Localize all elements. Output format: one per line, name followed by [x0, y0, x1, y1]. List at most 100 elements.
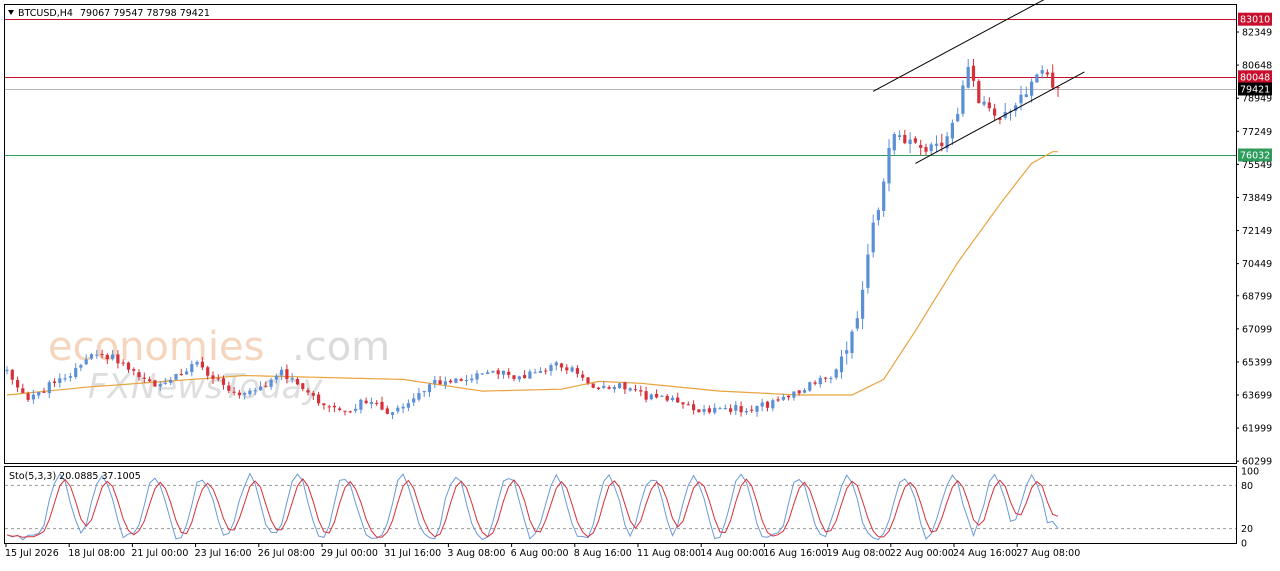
candle-body — [734, 405, 738, 411]
candle-body — [876, 210, 880, 221]
candle-body — [100, 354, 104, 356]
candle-body — [52, 381, 57, 383]
x-tick-label: 6 Aug 00:00 — [511, 548, 569, 559]
level-badge-label: 80048 — [1240, 72, 1270, 83]
level-badge-label: 79421 — [1240, 85, 1270, 96]
candle-body — [348, 411, 352, 413]
candle-body — [839, 356, 844, 373]
candle-body — [882, 181, 886, 211]
candle-body — [549, 365, 553, 371]
candle-body — [596, 387, 601, 389]
stoch-axis-label: 100 — [1241, 467, 1259, 478]
candle-body — [158, 384, 162, 387]
candle-body — [491, 371, 495, 373]
candle-body — [892, 134, 896, 151]
candle-body — [523, 375, 527, 379]
candle-body — [459, 379, 463, 381]
candle-body — [570, 367, 574, 372]
candle-body — [470, 378, 474, 381]
candle-body — [961, 85, 965, 114]
candle-body — [855, 318, 859, 329]
y-tick-label: 67099 — [1242, 324, 1272, 335]
candle-body — [713, 407, 717, 413]
x-tick-label: 23 Jul 16:00 — [195, 548, 252, 559]
candle-body — [528, 371, 532, 379]
candle-body — [776, 399, 780, 401]
candle-body — [427, 384, 432, 393]
candle-body — [232, 391, 236, 393]
candle-body — [501, 370, 506, 375]
y-tick-label: 70449 — [1242, 259, 1272, 270]
candle-body — [290, 378, 294, 380]
candle-body — [422, 391, 426, 393]
candle-body — [354, 408, 358, 411]
candle — [697, 409, 701, 413]
candle-body — [861, 289, 865, 319]
y-tick-label: 75549 — [1242, 160, 1272, 171]
candle-body — [163, 382, 167, 384]
watermark-suffix: .com — [292, 324, 390, 370]
x-tick-label: 21 Jul 00:00 — [131, 548, 188, 559]
candle-body — [343, 410, 347, 412]
chart-container: economies .com FXNewsToday 82349 80648 789… — [0, 0, 1280, 567]
stoch-axis-label: 20 — [1241, 524, 1253, 535]
candle — [1035, 73, 1039, 83]
candle-body — [538, 371, 542, 373]
candle-body — [982, 101, 986, 105]
candle-body — [559, 363, 564, 368]
candle — [977, 79, 981, 104]
candle-body — [142, 377, 146, 379]
x-tick-label: 15 Jul 2026 — [5, 548, 59, 559]
candle-body — [216, 378, 220, 380]
candle-body — [665, 395, 669, 401]
candle — [591, 383, 595, 389]
candle-body — [966, 66, 970, 88]
candle-body — [818, 377, 822, 385]
candle-body — [190, 364, 194, 372]
candle-body — [369, 402, 373, 404]
candle-body — [628, 388, 632, 391]
stochastic-axis: 100 80 20 0 — [1241, 467, 1259, 550]
candle-body — [681, 402, 685, 405]
candle-body — [655, 394, 659, 398]
candle-body — [148, 379, 152, 382]
candle-body — [702, 409, 706, 412]
candle-body — [887, 148, 891, 184]
candle-body — [533, 372, 537, 374]
candle-body — [956, 114, 960, 122]
candle-body — [359, 399, 363, 410]
stoch-axis-label: 0 — [1241, 539, 1247, 550]
y-tick-label: 73849 — [1242, 193, 1272, 204]
candle-body — [903, 135, 907, 144]
candle-body — [375, 402, 379, 404]
candle-body — [258, 386, 263, 391]
candle-body — [607, 387, 611, 389]
candle-body — [1045, 72, 1049, 75]
level-badge-label: 76032 — [1240, 151, 1270, 162]
x-tick-label: 31 Jul 16:00 — [384, 548, 441, 559]
candle-body — [380, 401, 384, 410]
candle-body — [813, 382, 817, 384]
candle-body — [866, 254, 870, 288]
candle-body — [739, 406, 743, 413]
candle-body — [744, 410, 748, 413]
candle-body — [554, 362, 558, 366]
candle-body — [464, 380, 469, 382]
candle-body — [269, 380, 273, 387]
candle-body — [285, 369, 289, 380]
candle-body — [200, 361, 204, 368]
candle-body — [934, 143, 939, 146]
candle-body — [919, 144, 923, 148]
candle-body — [581, 374, 585, 378]
candle-body — [274, 375, 278, 380]
candle-body — [79, 365, 83, 368]
candle-body — [475, 373, 479, 380]
candle-body — [586, 377, 590, 384]
candle-body — [1040, 70, 1044, 74]
candle-body — [111, 354, 115, 360]
oscillator-label: Sto(5,3,3) 20.0885 37.1005 — [9, 471, 141, 482]
candle-body — [322, 403, 326, 406]
y-tick-label: 77249 — [1242, 127, 1272, 138]
candle — [174, 373, 178, 381]
candle-body — [575, 368, 579, 374]
